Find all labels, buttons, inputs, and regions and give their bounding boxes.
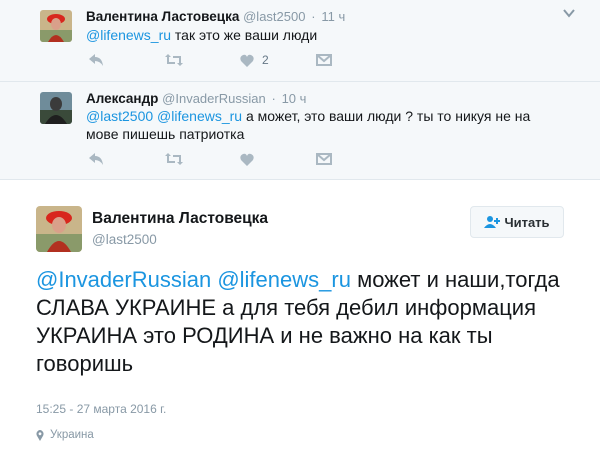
like-button[interactable] <box>240 151 254 167</box>
like-icon <box>240 54 254 67</box>
separator: · <box>311 9 316 24</box>
tweet-date[interactable]: 15:25 - 27 марта 2016 г. <box>36 402 166 416</box>
like-count: 2 <box>262 53 269 67</box>
user-handle[interactable]: @InvaderRussian <box>162 91 266 106</box>
reply-button[interactable] <box>88 52 104 68</box>
timestamp[interactable]: 11 ч <box>321 9 345 24</box>
location-label: Украина <box>50 429 94 441</box>
mention-link[interactable]: @InvaderRussian <box>36 267 211 292</box>
tweet-header: Валентина Ластовецка @last2500 · 11 ч <box>86 9 345 24</box>
reply-tweet-1[interactable]: Валентина Ластовецка @last2500 · 11 ч @l… <box>0 0 600 82</box>
reply-icon <box>89 54 103 66</box>
tweet-location[interactable]: Украина <box>36 429 94 441</box>
reply-tweet-2[interactable]: Александр @InvaderRussian · 10 ч @last25… <box>0 82 600 180</box>
retweet-icon <box>165 153 183 165</box>
reply-button[interactable] <box>88 151 104 167</box>
follow-icon <box>484 216 501 228</box>
message-button[interactable] <box>316 151 332 167</box>
avatar[interactable] <box>40 92 72 124</box>
tweet-body: так это же ваши люди <box>171 27 318 43</box>
like-button[interactable]: 2 <box>240 52 269 68</box>
tweet-header: Александр @InvaderRussian · 10 ч <box>86 91 306 106</box>
user-name[interactable]: Александр <box>86 91 158 106</box>
message-icon <box>316 54 332 66</box>
tweet-body: а может, это ваши люди ? ты то никуя не … <box>86 108 531 142</box>
mention-link[interactable]: @last2500 <box>86 108 153 124</box>
user-handle[interactable]: @last2500 <box>243 9 305 24</box>
mention-link[interactable]: @lifenews_ru <box>86 27 171 43</box>
timestamp[interactable]: 10 ч <box>282 91 307 106</box>
message-icon <box>316 153 332 165</box>
tweet-text: @lifenews_ru так это же ваши люди <box>86 26 546 44</box>
retweet-icon <box>165 54 183 66</box>
follow-label: Читать <box>504 214 550 230</box>
mention-link[interactable]: @lifenews_ru <box>217 267 351 292</box>
user-name[interactable]: Валентина Ластовецка <box>86 9 239 24</box>
reply-icon <box>89 153 103 165</box>
avatar[interactable] <box>40 10 72 42</box>
caret-down-icon[interactable] <box>562 6 576 20</box>
message-button[interactable] <box>316 52 332 68</box>
tweet-text: @InvaderRussian @lifenews_ru может и наш… <box>36 266 576 378</box>
retweet-button[interactable] <box>164 52 184 68</box>
avatar[interactable] <box>36 206 82 252</box>
main-tweet: Валентина Ластовецка @last2500 Читать @I… <box>0 180 600 452</box>
retweet-button[interactable] <box>164 151 184 167</box>
mention-link[interactable]: @lifenews_ru <box>157 108 242 124</box>
tweet-text: @last2500 @lifenews_ru а может, это ваши… <box>86 107 546 143</box>
follow-button[interactable]: Читать <box>470 206 564 238</box>
location-pin-icon <box>36 429 44 441</box>
user-handle[interactable]: @last2500 <box>92 232 157 247</box>
separator: · <box>271 91 276 106</box>
like-icon <box>240 153 254 166</box>
user-name[interactable]: Валентина Ластовецка <box>92 210 268 228</box>
